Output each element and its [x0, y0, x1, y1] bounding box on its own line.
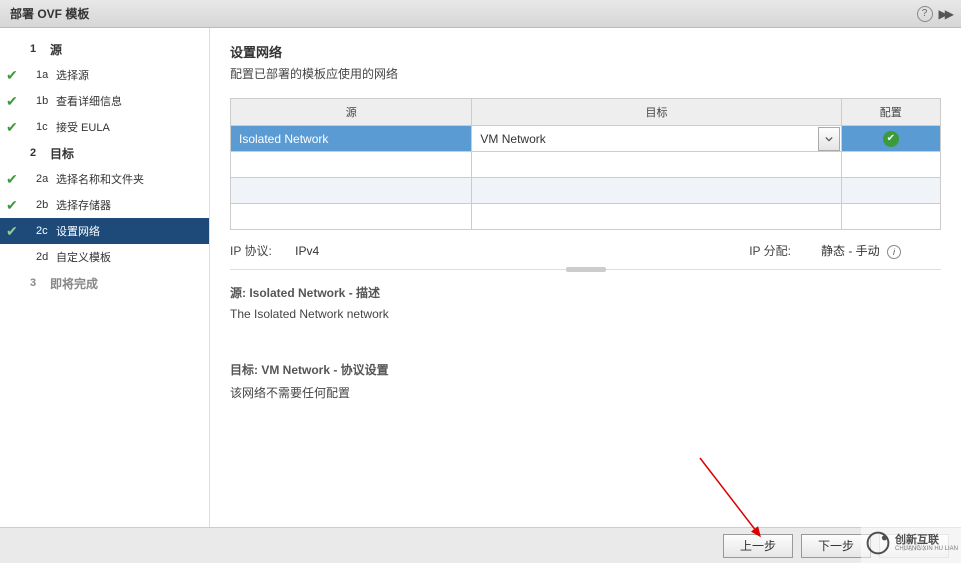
source-network-section: 源: Isolated Network - 描述 The Isolated Ne…	[230, 284, 941, 321]
check-icon: ✔	[6, 67, 18, 84]
check-icon: ✔	[6, 119, 18, 136]
chevron-down-icon[interactable]	[818, 127, 840, 151]
step-select-source[interactable]: ✔ 1a 选择源	[0, 62, 209, 88]
main-content: 设置网络 配置已部署的模板应使用的网络 源 目标 配置 Isolated Net…	[210, 28, 961, 527]
check-icon: ✔	[6, 223, 18, 240]
ip-protocol-value: IPv4	[295, 244, 319, 258]
step-customize-template[interactable]: 2d 自定义模板	[0, 244, 209, 270]
section-source: 1 源	[0, 36, 209, 62]
source-network-body: The Isolated Network network	[230, 307, 941, 321]
footer: 上一步 下一步 完成	[0, 527, 961, 563]
back-button[interactable]: 上一步	[723, 534, 793, 558]
col-destination: 目标	[472, 99, 841, 126]
step-review-details[interactable]: ✔ 1b 查看详细信息	[0, 88, 209, 114]
protocol-row: IP 协议: IPv4 IP 分配: 静态 - 手动 i	[230, 242, 941, 259]
expand-icon[interactable]: ▶▶	[939, 7, 951, 21]
step-setup-networks[interactable]: ✔ 2c 设置网络	[0, 218, 209, 244]
section-destination: 2 目标	[0, 140, 209, 166]
step-select-storage[interactable]: ✔ 2b 选择存储器	[0, 192, 209, 218]
source-network-heading: 源: Isolated Network - 描述	[230, 284, 941, 301]
window-controls: ? ▶▶	[917, 6, 951, 22]
check-icon: ✔	[6, 93, 18, 110]
watermark-logo-icon	[865, 530, 891, 556]
check-icon: ✔	[6, 171, 18, 188]
ip-protocol-label: IP 协议:	[230, 244, 272, 258]
dest-network-body: 该网络不需要任何配置	[230, 384, 941, 401]
table-row[interactable]: Isolated Network VM Network ✔	[231, 126, 941, 152]
page-heading: 设置网络	[230, 42, 941, 61]
table-row	[231, 152, 941, 178]
config-ok-icon: ✔	[883, 131, 899, 147]
step-select-name-folder[interactable]: ✔ 2a 选择名称和文件夹	[0, 166, 209, 192]
col-config: 配置	[841, 99, 940, 126]
network-table: 源 目标 配置 Isolated Network VM Network	[230, 98, 941, 230]
section-ready: 3 即将完成	[0, 270, 209, 296]
dest-network-section: 目标: VM Network - 协议设置 该网络不需要任何配置	[230, 361, 941, 401]
source-cell: Isolated Network	[231, 128, 471, 150]
dest-network-heading: 目标: VM Network - 协议设置	[230, 361, 941, 378]
table-row	[231, 178, 941, 204]
titlebar: 部署 OVF 模板 ? ▶▶	[0, 0, 961, 28]
ip-alloc-label: IP 分配:	[749, 242, 791, 259]
check-icon: ✔	[6, 197, 18, 214]
separator[interactable]	[230, 269, 941, 270]
destination-dropdown[interactable]: VM Network	[472, 126, 840, 151]
ip-alloc-value: 静态 - 手动 i	[821, 242, 901, 259]
watermark: 创新互联 CHUANG XIN HU LIAN	[861, 523, 961, 563]
info-icon[interactable]: i	[887, 245, 901, 259]
step-accept-eula[interactable]: ✔ 1c 接受 EULA	[0, 114, 209, 140]
col-source: 源	[231, 99, 472, 126]
page-subtitle: 配置已部署的模板应使用的网络	[230, 65, 941, 82]
wizard-sidebar: 1 源 ✔ 1a 选择源 ✔ 1b 查看详细信息 ✔ 1c 接受 EULA 2 …	[0, 28, 210, 527]
table-row	[231, 204, 941, 230]
window-title: 部署 OVF 模板	[10, 5, 89, 22]
help-icon[interactable]: ?	[917, 6, 933, 22]
